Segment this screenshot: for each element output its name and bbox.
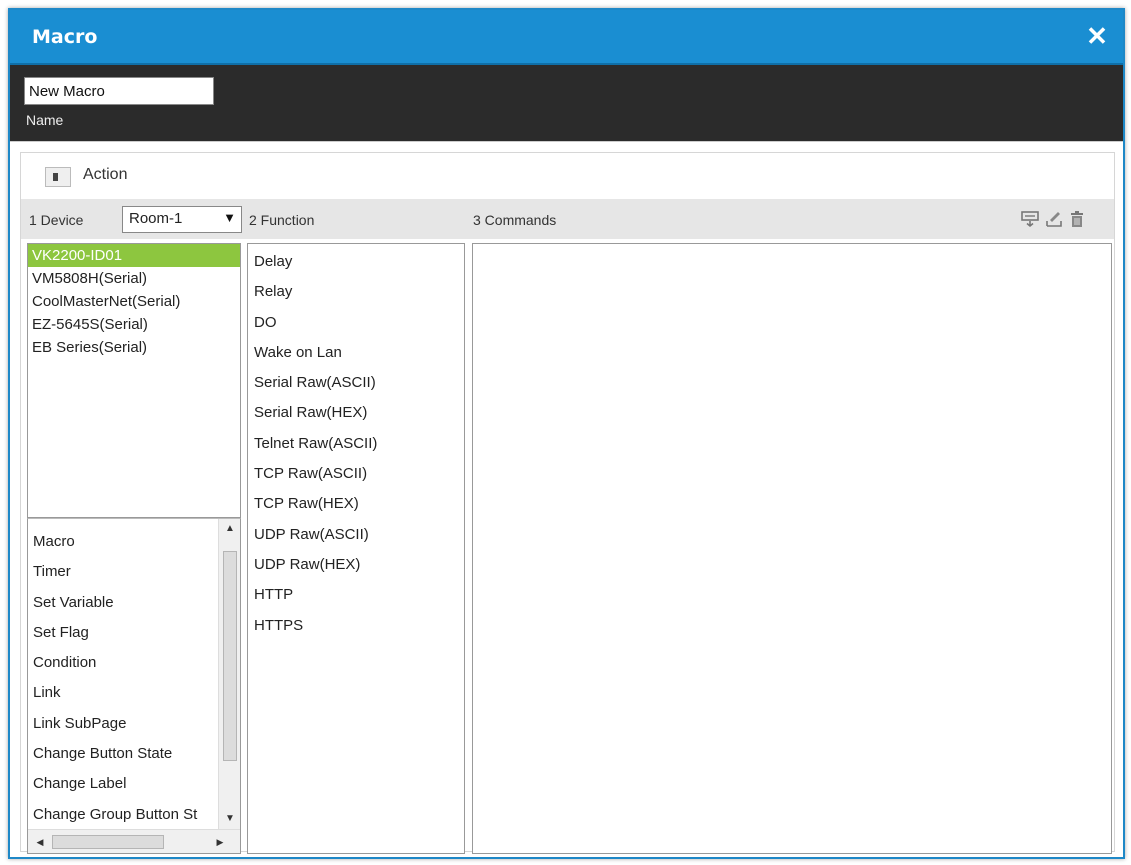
room-select-value: Room-1: [129, 210, 183, 227]
function-item-serial-raw-hex[interactable]: Serial Raw(HEX): [248, 398, 464, 428]
device-item-vk2200-id01[interactable]: VK2200-ID01: [28, 244, 240, 267]
function-item-udp-raw-ascii[interactable]: UDP Raw(ASCII): [248, 520, 464, 550]
function-item-relay[interactable]: Relay: [248, 277, 464, 307]
dropdown-arrow-icon: ▼: [223, 210, 236, 225]
macro-window: Macro ✕ Name Action 1 Device Room-1 ▼ 2 …: [8, 8, 1125, 859]
function-item-https[interactable]: HTTPS: [248, 611, 464, 641]
function-item-wake-on-lan[interactable]: Wake on Lan: [248, 338, 464, 368]
action-item-set-variable[interactable]: Set Variable: [28, 588, 214, 618]
title-bar: Macro ✕: [10, 10, 1123, 65]
commands-header: 3 Commands: [473, 212, 557, 228]
name-area: Name: [10, 67, 1123, 141]
function-item-tcp-raw-ascii[interactable]: TCP Raw(ASCII): [248, 459, 464, 489]
action-item-change-group-button-state[interactable]: Change Group Button St: [28, 800, 214, 830]
action-item-change-label[interactable]: Change Label: [28, 769, 214, 799]
action-label: Action: [83, 166, 128, 183]
scroll-thumb[interactable]: [223, 551, 237, 761]
action-item-macro[interactable]: Macro: [28, 527, 214, 557]
insert-command-icon[interactable]: [1021, 210, 1039, 228]
trash-icon[interactable]: [1068, 210, 1086, 228]
device-list: VK2200-ID01 VM5808H(Serial) CoolMasterNe…: [27, 243, 241, 518]
action-item-change-button-state[interactable]: Change Button State: [28, 739, 214, 769]
scroll-right-icon[interactable]: ▶: [210, 830, 230, 854]
name-input[interactable]: [24, 77, 214, 105]
function-list: Delay Relay DO Wake on Lan Serial Raw(AS…: [247, 243, 465, 854]
device-item-ez-5645s[interactable]: EZ-5645S(Serial): [28, 313, 240, 336]
device-item-eb-series[interactable]: EB Series(Serial): [28, 336, 240, 359]
room-select[interactable]: Room-1 ▼: [122, 206, 242, 233]
function-item-serial-raw-ascii[interactable]: Serial Raw(ASCII): [248, 368, 464, 398]
column-header-row: 1 Device Room-1 ▼ 2 Function 3 Commands: [21, 199, 1114, 239]
action-toggle-icon[interactable]: [45, 167, 71, 187]
scroll-left-icon[interactable]: ◀: [30, 830, 50, 854]
scroll-up-icon[interactable]: ▲: [219, 519, 241, 539]
function-item-udp-raw-hex[interactable]: UDP Raw(HEX): [248, 550, 464, 580]
close-icon[interactable]: ✕: [1083, 22, 1111, 50]
device-item-vm5808h[interactable]: VM5808H(Serial): [28, 267, 240, 290]
content-area: Action 1 Device Room-1 ▼ 2 Function 3 Co…: [10, 141, 1123, 857]
action-item-timer[interactable]: Timer: [28, 557, 214, 587]
commands-panel[interactable]: [472, 243, 1112, 854]
horizontal-scroll-thumb[interactable]: [52, 835, 164, 849]
action-row: Action: [21, 153, 1114, 199]
device-header: 1 Device: [29, 212, 84, 228]
action-item-condition[interactable]: Condition: [28, 648, 214, 678]
function-header: 2 Function: [249, 212, 315, 228]
horizontal-scrollbar[interactable]: ◀ ▶: [28, 829, 240, 853]
function-item-tcp-raw-hex[interactable]: TCP Raw(HEX): [248, 489, 464, 519]
action-type-list: Macro Timer Set Variable Set Flag Condit…: [27, 518, 241, 854]
scroll-down-icon[interactable]: ▼: [219, 809, 241, 829]
vertical-scrollbar[interactable]: ▲ ▼: [218, 519, 240, 829]
function-item-delay[interactable]: Delay: [248, 247, 464, 277]
macro-editor: Action 1 Device Room-1 ▼ 2 Function 3 Co…: [20, 152, 1115, 854]
action-item-link-subpage[interactable]: Link SubPage: [28, 709, 214, 739]
function-item-telnet-raw-ascii[interactable]: Telnet Raw(ASCII): [248, 429, 464, 459]
action-item-set-flag[interactable]: Set Flag: [28, 618, 214, 648]
edit-command-icon[interactable]: [1045, 210, 1063, 228]
window-title: Macro: [32, 26, 98, 48]
device-item-coolmasternet[interactable]: CoolMasterNet(Serial): [28, 290, 240, 313]
function-item-http[interactable]: HTTP: [248, 580, 464, 610]
function-item-do[interactable]: DO: [248, 308, 464, 338]
name-label: Name: [26, 112, 64, 128]
action-item-link[interactable]: Link: [28, 678, 214, 708]
